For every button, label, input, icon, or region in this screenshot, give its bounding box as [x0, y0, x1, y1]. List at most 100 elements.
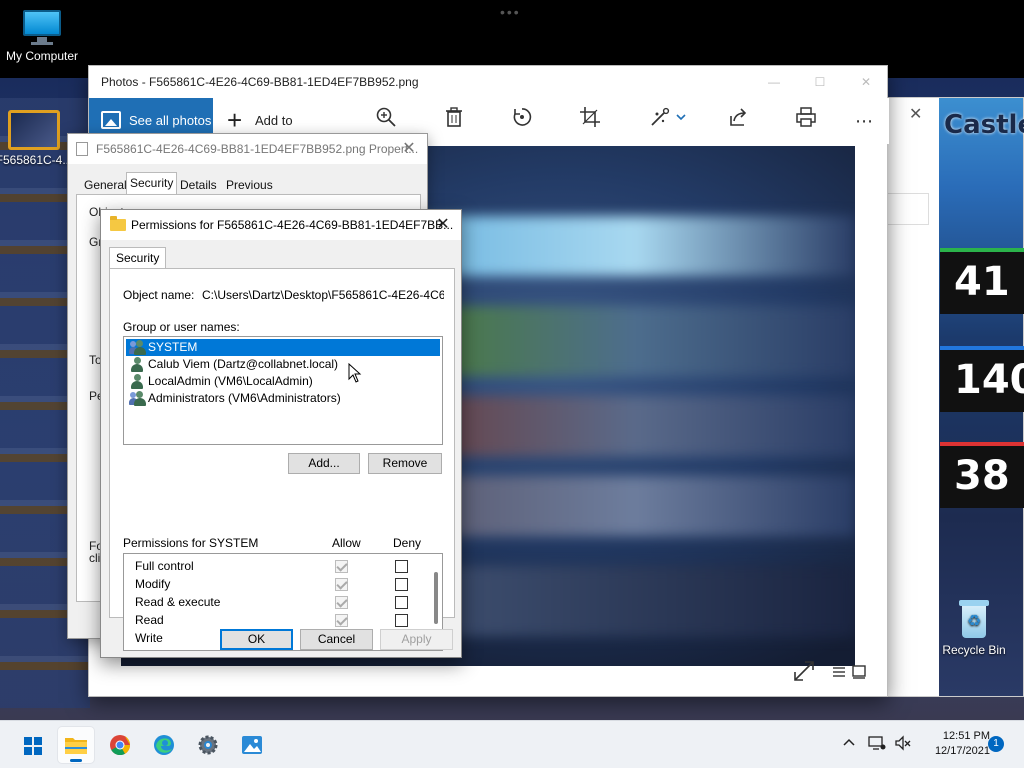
close-button[interactable]: ✕ [843, 66, 889, 98]
permissions-titlebar[interactable]: Permissions for F565861C-4E26-4C69-BB81-… [101, 210, 461, 240]
ok-button[interactable]: OK [220, 629, 293, 650]
network-icon[interactable] [868, 735, 886, 754]
photo-viewer-controls [793, 658, 873, 682]
computer-icon [21, 10, 63, 46]
user-icon [130, 374, 144, 389]
user-name: Calub Viem (Dartz@collabnet.local) [148, 357, 339, 371]
deny-checkbox[interactable] [395, 578, 408, 591]
list-item[interactable]: Calub Viem (Dartz@collabnet.local) [126, 356, 440, 373]
permissions-dialog[interactable]: Permissions for F565861C-4E26-4C69-BB81-… [100, 209, 462, 658]
see-all-photos-label: See all photos [129, 113, 212, 128]
properties-title: F565861C-4E26-4C69-BB81-1ED4EF7BB952.png… [96, 142, 419, 156]
expand-icon [794, 661, 814, 681]
desktop-icon-label: Recycle Bin [942, 643, 1006, 657]
photos-icon [242, 736, 262, 754]
clock[interactable]: 12:51 PM 12/17/2021 [920, 729, 990, 759]
print-icon[interactable] [791, 106, 821, 136]
edit-icon[interactable] [647, 106, 691, 136]
rotate-icon[interactable] [507, 106, 537, 136]
recycle-bin-icon: ♻ [957, 600, 991, 640]
permission-row: Full control [124, 557, 430, 575]
edge-icon [154, 735, 174, 755]
minimize-button[interactable]: — [751, 66, 797, 98]
close-icon[interactable]: ✕ [431, 210, 455, 240]
add-button[interactable]: Add... [288, 453, 360, 474]
window-title: Photos - F565861C-4E26-4C69-BB81-1ED4EF7… [101, 75, 419, 89]
desktop-icon-label: F565861C-4... [0, 153, 73, 167]
zoom-icon[interactable] [371, 106, 401, 136]
user-group-icon [129, 391, 146, 406]
start-button[interactable] [14, 727, 50, 763]
close-icon[interactable]: ✕ [909, 104, 922, 124]
desktop-icon-recycle-bin[interactable]: ♻ Recycle Bin [934, 600, 1014, 657]
maximize-button[interactable]: ☐ [797, 66, 843, 98]
permission-name: Read [135, 613, 164, 627]
user-list[interactable]: SYSTEM Calub Viem (Dartz@collabnet.local… [123, 336, 443, 445]
desktop-icon-label: My Computer [5, 49, 79, 63]
start-icon [24, 737, 42, 755]
permission-name: Write [135, 631, 163, 645]
photos-titlebar[interactable]: Photos - F565861C-4E26-4C69-BB81-1ED4EF7… [89, 66, 887, 98]
permission-name: Read & execute [135, 595, 221, 609]
group-or-user-names-label: Group or user names: [123, 320, 240, 334]
security-panel: Object name: C:\Users\Dartz\Desktop\F565… [109, 268, 455, 651]
taskbar-edge[interactable] [146, 727, 182, 763]
settings-icon [198, 735, 218, 755]
user-icon [130, 357, 144, 372]
desktop-icon-my-computer[interactable]: My Computer [0, 10, 84, 63]
deny-checkbox[interactable] [395, 614, 408, 627]
volume-muted-icon[interactable] [894, 735, 912, 754]
permission-name: Full control [135, 559, 194, 573]
taskbar-chrome[interactable] [102, 727, 138, 763]
deny-column-header: Deny [393, 536, 422, 550]
delete-icon[interactable] [439, 106, 469, 136]
text-field[interactable] [883, 193, 929, 225]
crop-icon[interactable] [575, 106, 605, 136]
list-item[interactable]: Administrators (VM6\Administrators) [126, 390, 440, 407]
tab-security[interactable]: Security [126, 172, 178, 194]
taskbar-file-explorer[interactable] [58, 727, 94, 763]
user-name: LocalAdmin (VM6\LocalAdmin) [148, 374, 313, 388]
taskbar: 12:51 PM 12/17/2021 1 [0, 720, 1024, 768]
tab-general[interactable]: General [80, 174, 131, 194]
taskbar-settings[interactable] [190, 727, 226, 763]
taskbar-photos[interactable] [234, 727, 270, 763]
desktop-icon-image-file[interactable]: F565861C-4... [0, 110, 74, 167]
scrollbar[interactable] [434, 572, 438, 624]
apply-button[interactable]: Apply [380, 629, 453, 650]
drag-handle-icon[interactable]: ••• [500, 4, 521, 20]
show-hidden-icons-chevron-icon[interactable] [842, 735, 856, 752]
permission-row: Read & execute [124, 593, 430, 611]
list-item[interactable]: LocalAdmin (VM6\LocalAdmin) [126, 373, 440, 390]
list-item[interactable]: SYSTEM [126, 339, 440, 356]
tab-details[interactable]: Details [176, 174, 221, 194]
document-icon [76, 142, 88, 156]
file-explorer-icon [65, 738, 87, 754]
properties-titlebar[interactable]: F565861C-4E26-4C69-BB81-1ED4EF7BB952.png… [68, 134, 427, 164]
score-box-blue: 140 [940, 346, 1024, 412]
remove-button[interactable]: Remove [368, 453, 442, 474]
score-box-green: 41 [940, 248, 1024, 314]
filmstrip-icon [833, 665, 866, 679]
chrome-icon [110, 735, 131, 756]
allow-checkbox [335, 614, 348, 627]
mouse-cursor-icon [348, 363, 362, 383]
close-icon[interactable]: ✕ [397, 134, 421, 164]
tab-security[interactable]: Security [109, 247, 167, 269]
share-icon[interactable] [723, 106, 753, 136]
permission-row: Modify [124, 575, 430, 593]
allow-column-header: Allow [332, 536, 361, 550]
permissions-for-label: Permissions for SYSTEM [123, 536, 259, 550]
tab-previous-versions[interactable]: Previous Versions [222, 174, 277, 212]
game-title-text: Castle [944, 110, 1024, 140]
more-icon[interactable]: ⋯ [849, 106, 879, 136]
notification-badge[interactable]: 1 [988, 736, 1004, 752]
cancel-button[interactable]: Cancel [300, 629, 373, 650]
add-to-label: Add to [255, 113, 293, 128]
object-name-value: C:\Users\Dartz\Desktop\F565861C-4E26-4C6… [202, 288, 444, 302]
score-box-red: 38 [940, 442, 1024, 508]
deny-checkbox[interactable] [395, 560, 408, 573]
deny-checkbox[interactable] [395, 596, 408, 609]
allow-checkbox [335, 596, 348, 609]
user-name: Administrators (VM6\Administrators) [148, 391, 341, 405]
